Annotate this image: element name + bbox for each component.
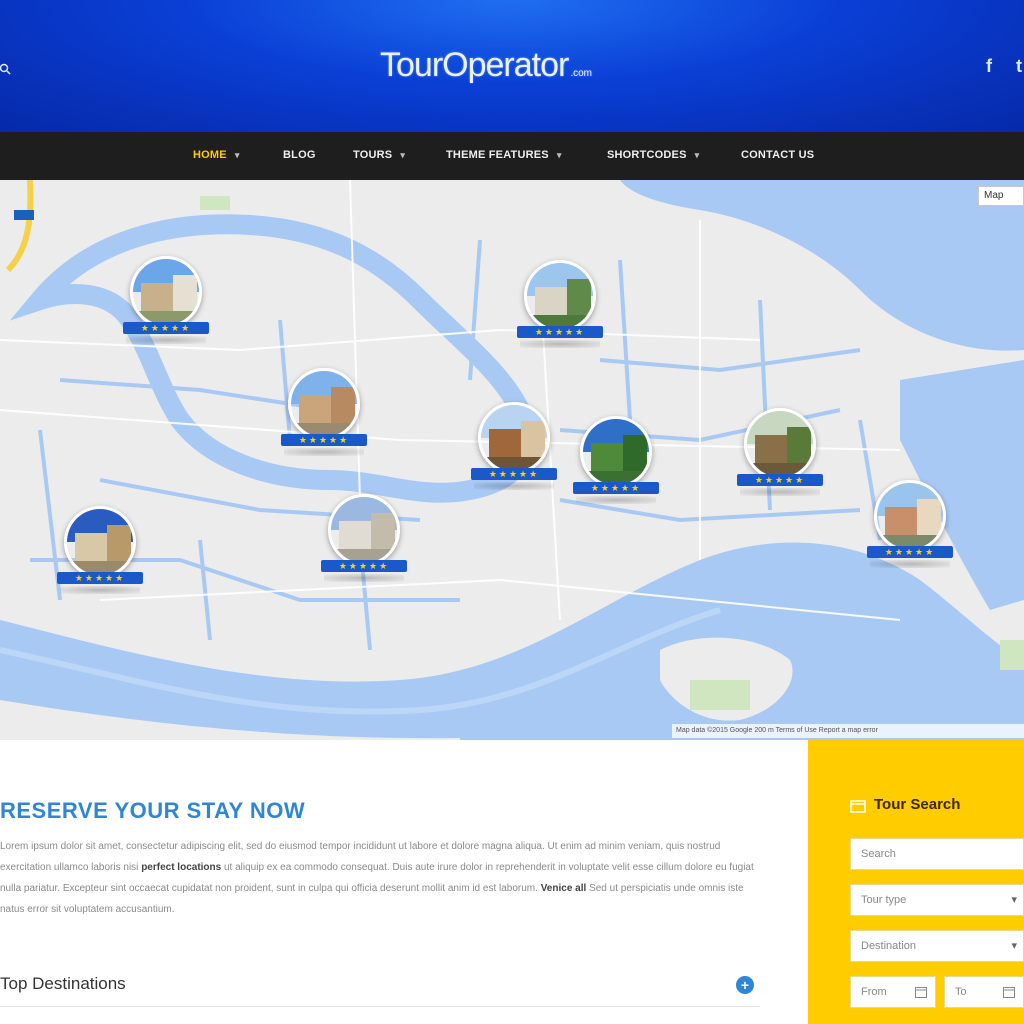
from-placeholder: From — [861, 986, 887, 998]
star-rating: ★★★★★ — [517, 326, 603, 338]
search-icon[interactable] — [0, 62, 16, 76]
star-rating: ★★★★★ — [123, 322, 209, 334]
hotel-marker[interactable]: ★★★★★ — [318, 494, 410, 582]
chevron-down-icon: ▾ — [234, 150, 240, 160]
reserve-section: RESERVE YOUR STAY NOW Lorem ipsum dolor … — [0, 740, 808, 1024]
reserve-title: RESERVE YOUR STAY NOW — [0, 798, 306, 823]
divider — [0, 1006, 760, 1007]
nav-item-contact-us[interactable]: CONTACT US — [741, 149, 814, 161]
paragraph-bold: perfect locations — [141, 862, 222, 873]
map-attribution[interactable]: Map data ©2015 Google 200 m Terms of Use… — [672, 724, 1024, 738]
tour-type-select[interactable]: Tour type ▾ — [850, 884, 1024, 916]
map-type-button[interactable]: Map — [978, 186, 1024, 206]
star-rating: ★★★★★ — [471, 468, 557, 480]
chevron-down-icon: ▾ — [400, 150, 406, 160]
nav-item-home[interactable]: HOME ▾ — [193, 149, 240, 161]
hotel-photo — [130, 256, 202, 328]
twitter-icon[interactable]: t — [1016, 56, 1022, 77]
paragraph-line: Lorem ipsum dolor sit amet, consectetur … — [0, 841, 721, 852]
nav-label: THEME FEATURES — [446, 149, 549, 161]
chevron-down-icon: ▾ — [1011, 940, 1017, 952]
marker-shadow — [576, 496, 656, 504]
logo-text: TourOperator — [380, 46, 569, 84]
marker-shadow — [324, 574, 404, 582]
destinations-heading: Top Destinations — [0, 974, 126, 993]
star-rating: ★★★★★ — [57, 572, 143, 584]
hotel-photo — [580, 416, 652, 488]
nav-label: BLOG — [283, 149, 316, 161]
hotel-photo — [64, 506, 136, 578]
chevron-down-icon: ▾ — [694, 150, 700, 160]
chevron-down-icon: ▾ — [556, 150, 562, 160]
expand-destinations-button[interactable]: + — [736, 976, 754, 994]
hotel-marker[interactable]: ★★★★★ — [120, 256, 212, 344]
paragraph-line: Sed ut — [589, 883, 618, 894]
marker-shadow — [870, 560, 950, 568]
to-date-field[interactable]: To — [944, 976, 1024, 1008]
star-rating: ★★★★★ — [867, 546, 953, 558]
marker-shadow — [284, 448, 364, 456]
hotel-photo — [524, 260, 596, 332]
star-rating: ★★★★★ — [281, 434, 367, 446]
search-placeholder: Search — [861, 848, 896, 860]
paragraph-line: exercitation ullamco laboris nisi — [0, 862, 139, 873]
nav-label: CONTACT US — [741, 149, 815, 161]
tour-map[interactable]: Map ★★★★★ ★★★★★ ★★★★★ ★★★★★ ★★★★★ ★★★★★ … — [0, 180, 1024, 740]
site-header: TourOperator .com f t — [0, 0, 1024, 132]
hotel-marker[interactable]: ★★★★★ — [514, 260, 606, 348]
destination-value: Destination — [861, 940, 917, 952]
marker-shadow — [520, 340, 600, 348]
nav-item-shortcodes[interactable]: SHORTCODES ▾ — [607, 149, 699, 161]
search-icon — [850, 800, 866, 813]
intro-paragraph: Lorem ipsum dolor sit amet, consectetur … — [0, 836, 760, 920]
site-logo[interactable]: TourOperator .com — [380, 46, 592, 85]
hotel-photo — [288, 368, 360, 440]
marker-shadow — [60, 586, 140, 594]
star-rating: ★★★★★ — [573, 482, 659, 494]
hotel-photo — [328, 494, 400, 566]
tour-type-value: Tour type — [861, 894, 907, 906]
from-date-field[interactable]: From — [850, 976, 936, 1008]
marker-shadow — [126, 336, 206, 344]
hotel-photo — [874, 480, 946, 552]
destination-select[interactable]: Destination ▾ — [850, 930, 1024, 962]
nav-item-theme-features[interactable]: THEME FEATURES ▾ — [446, 149, 562, 161]
hotel-photo — [478, 402, 550, 474]
main-navigation: HOME ▾ BLOG TOURS ▾ THEME FEATURES ▾ SHORTC… — [0, 132, 1024, 180]
hotel-marker[interactable]: ★★★★★ — [468, 402, 560, 490]
marker-shadow — [474, 482, 554, 490]
calendar-icon — [1003, 987, 1015, 998]
nav-label: SHORTCODES — [607, 149, 687, 161]
nav-label: TOURS — [353, 149, 393, 161]
chevron-down-icon: ▾ — [1011, 894, 1017, 906]
nav-item-blog[interactable]: BLOG — [283, 149, 316, 161]
logo-suffix: .com — [570, 68, 592, 79]
star-rating: ★★★★★ — [321, 560, 407, 572]
hotel-marker[interactable]: ★★★★★ — [864, 480, 956, 568]
search-input[interactable]: Search — [850, 838, 1024, 870]
nav-label: HOME — [193, 149, 227, 161]
star-rating: ★★★★★ — [737, 474, 823, 486]
calendar-icon — [915, 987, 927, 998]
nav-item-tours[interactable]: TOURS ▾ — [353, 149, 405, 161]
hotel-marker[interactable]: ★★★★★ — [54, 506, 146, 594]
paragraph-line: ut aliquip ex ea commodo consequat. Duis… — [224, 862, 727, 873]
marker-shadow — [740, 488, 820, 496]
hotel-marker[interactable]: ★★★★★ — [570, 416, 662, 504]
paragraph-bold: Venice all — [540, 883, 587, 894]
hotel-marker[interactable]: ★★★★★ — [734, 408, 826, 496]
to-placeholder: To — [955, 986, 967, 998]
hotel-marker[interactable]: ★★★★★ — [278, 368, 370, 456]
hotel-photo — [744, 408, 816, 480]
facebook-icon[interactable]: f — [986, 56, 992, 77]
search-title: Tour Search — [874, 796, 961, 813]
